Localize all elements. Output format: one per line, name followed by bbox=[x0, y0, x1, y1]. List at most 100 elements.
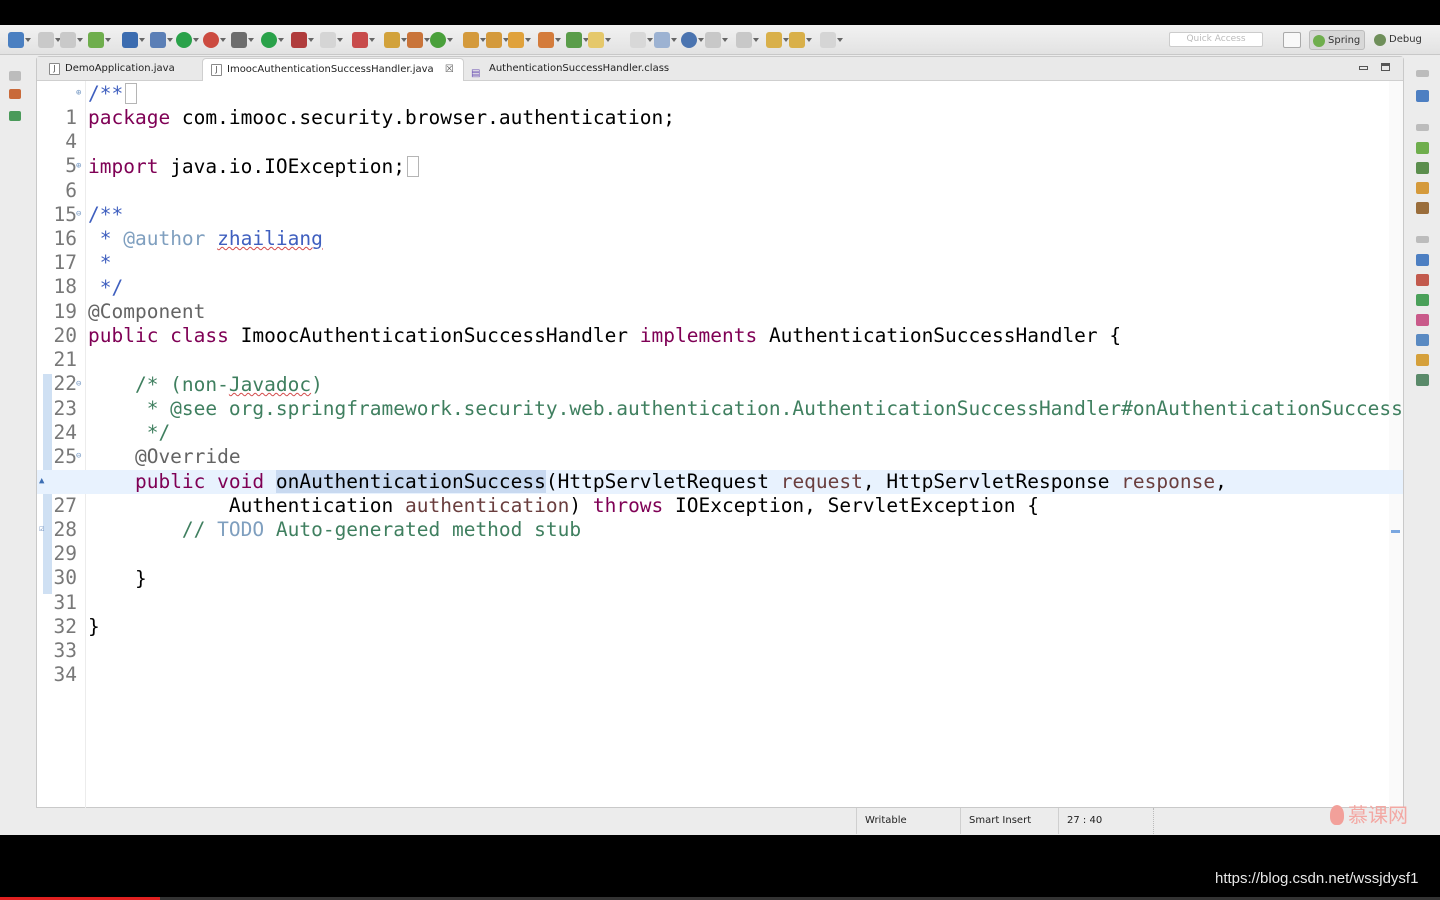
perspective-spring-button[interactable]: Spring bbox=[1309, 30, 1366, 50]
save-icon[interactable] bbox=[38, 32, 61, 48]
code-text: /** bbox=[88, 203, 124, 226]
minimize-icon[interactable] bbox=[1359, 66, 1368, 70]
method-name-selected[interactable]: onAuthenticationSuccess bbox=[275, 470, 546, 493]
debug-bug-icon bbox=[1374, 34, 1386, 46]
code-editor[interactable]: 1 ⊕ /** 4 package com.imooc.security.bro… bbox=[37, 81, 1403, 808]
boot-dashboard-icon[interactable] bbox=[176, 32, 199, 48]
code-text: @Component bbox=[88, 300, 206, 323]
spring-explorer-icon[interactable] bbox=[1416, 142, 1429, 154]
code-line: 15 bbox=[37, 179, 1403, 226]
tab-authentication-success-handler-class[interactable]: ▤ AuthenticationSuccessHandler.class bbox=[465, 58, 695, 81]
project-explorer-icon[interactable] bbox=[9, 111, 21, 121]
code-line: 1 ⊕ /** bbox=[37, 82, 1403, 129]
boot-dashboard-view-icon[interactable] bbox=[1416, 374, 1429, 386]
package-explorer-icon[interactable] bbox=[9, 89, 21, 99]
relaunch-icon[interactable] bbox=[203, 32, 226, 48]
open-task-icon[interactable] bbox=[486, 32, 509, 48]
spring-starter-icon[interactable] bbox=[88, 32, 111, 48]
run-icon[interactable] bbox=[261, 32, 284, 48]
progress-icon[interactable] bbox=[1416, 334, 1429, 346]
code-text: } bbox=[88, 567, 147, 590]
open-resource-icon[interactable] bbox=[538, 32, 561, 48]
problems-icon[interactable] bbox=[1416, 274, 1429, 286]
coverage-icon[interactable] bbox=[320, 32, 343, 48]
folded-block-marker[interactable] bbox=[125, 83, 138, 104]
restore-view-icon[interactable] bbox=[1416, 70, 1429, 77]
expand-fold-icon[interactable]: ⊕ bbox=[76, 82, 81, 104]
restore-view-icon[interactable] bbox=[9, 71, 21, 81]
maximize-icon[interactable] bbox=[1381, 63, 1390, 71]
next-annotation-icon[interactable] bbox=[705, 32, 728, 48]
new-wizard-icon[interactable] bbox=[8, 32, 31, 48]
external-tools-icon[interactable] bbox=[291, 32, 314, 48]
expand-fold-icon[interactable]: ⊕ bbox=[76, 155, 81, 177]
folded-block-marker[interactable] bbox=[407, 156, 419, 177]
new-java-project-icon[interactable] bbox=[352, 32, 375, 48]
junit-icon[interactable] bbox=[1416, 202, 1429, 214]
source-url-caption: https://blog.csdn.net/wssjdysf1 bbox=[1215, 870, 1419, 887]
new-package-icon[interactable] bbox=[384, 32, 407, 48]
collapse-fold-icon[interactable]: ⊖ bbox=[76, 445, 81, 467]
task-list-icon[interactable] bbox=[1416, 162, 1429, 174]
code-line: 6 ⊕ import java.io.IOException; bbox=[37, 155, 1403, 202]
last-edit-icon[interactable] bbox=[766, 32, 789, 48]
new-enum-icon[interactable] bbox=[430, 32, 453, 48]
back-icon[interactable] bbox=[789, 32, 812, 48]
keyword: import bbox=[88, 155, 159, 178]
console-icon[interactable] bbox=[1416, 254, 1429, 266]
override-marker-icon[interactable]: ▲ bbox=[39, 470, 44, 492]
code-text: @Override bbox=[88, 445, 241, 468]
code-text: */ bbox=[88, 421, 171, 444]
task-marker-icon[interactable]: ☑ bbox=[39, 518, 44, 540]
open-perspective-icon[interactable] bbox=[1283, 32, 1301, 48]
tab-demo-application[interactable]: J DemoApplication.java bbox=[41, 58, 201, 81]
param-name: request bbox=[780, 470, 863, 493]
open-type-icon[interactable] bbox=[463, 32, 486, 48]
javadoc-star: * bbox=[88, 227, 124, 250]
collapse-fold-icon[interactable]: ⊖ bbox=[76, 373, 81, 395]
outline-icon[interactable] bbox=[1416, 90, 1429, 102]
code-line: 23 ⊖ /* (non-Javadoc) bbox=[37, 373, 1403, 420]
forward-icon[interactable] bbox=[820, 32, 843, 48]
save-all-icon[interactable] bbox=[60, 32, 83, 48]
keyword: public void bbox=[134, 470, 265, 493]
block-selection-icon[interactable] bbox=[654, 32, 677, 48]
package-name: com.imooc.security.browser.authenticatio… bbox=[170, 106, 676, 129]
java-file-icon: J bbox=[211, 64, 222, 76]
status-insert-mode[interactable]: Smart Insert bbox=[960, 808, 1058, 834]
toggle-highlight-icon[interactable] bbox=[588, 32, 611, 48]
javadoc-icon[interactable] bbox=[1416, 182, 1429, 194]
eclipse-window: Quick Access Spring Debug J DemoApplicat… bbox=[0, 25, 1440, 835]
previous-annotation-icon[interactable] bbox=[736, 32, 759, 48]
web-browser-icon[interactable] bbox=[681, 32, 704, 48]
status-cursor-position[interactable]: 27 : 40 bbox=[1058, 808, 1154, 834]
punctuation: ) bbox=[569, 494, 593, 517]
param-name: authentication bbox=[404, 494, 570, 517]
restore-view-icon[interactable] bbox=[1416, 124, 1429, 131]
show-whitespace-icon[interactable] bbox=[630, 32, 653, 48]
skip-breakpoints-icon[interactable] bbox=[150, 32, 173, 48]
perspective-debug-button[interactable]: Debug bbox=[1371, 30, 1426, 50]
tab-label: AuthenticationSuccessHandler.class bbox=[489, 63, 670, 74]
error-log-icon[interactable] bbox=[1416, 314, 1429, 326]
close-tab-icon[interactable]: ☒ bbox=[445, 64, 454, 75]
terminal-icon[interactable] bbox=[122, 32, 145, 48]
servers-icon[interactable] bbox=[1416, 294, 1429, 306]
tab-imooc-authentication-success-handler[interactable]: J ImoocAuthenticationSuccessHandler.java… bbox=[202, 58, 464, 81]
import-name: java.io.IOException; bbox=[158, 155, 405, 178]
collapse-fold-icon[interactable]: ⊖ bbox=[76, 203, 81, 225]
code-text: /** bbox=[88, 82, 138, 106]
debug-icon[interactable] bbox=[231, 32, 254, 48]
spring-leaf-icon bbox=[1313, 35, 1325, 47]
mark-occurrences-icon[interactable] bbox=[566, 32, 589, 48]
quick-access-input[interactable]: Quick Access bbox=[1169, 32, 1263, 47]
search-view-icon[interactable] bbox=[1416, 354, 1429, 366]
code-text: public class ImoocAuthenticationSuccessH… bbox=[88, 324, 1121, 348]
new-class-icon[interactable] bbox=[407, 32, 430, 48]
param-name: response bbox=[1121, 470, 1216, 493]
search-icon[interactable] bbox=[508, 32, 531, 48]
restore-view-icon[interactable] bbox=[1416, 236, 1429, 243]
keyword: implements bbox=[639, 324, 758, 347]
